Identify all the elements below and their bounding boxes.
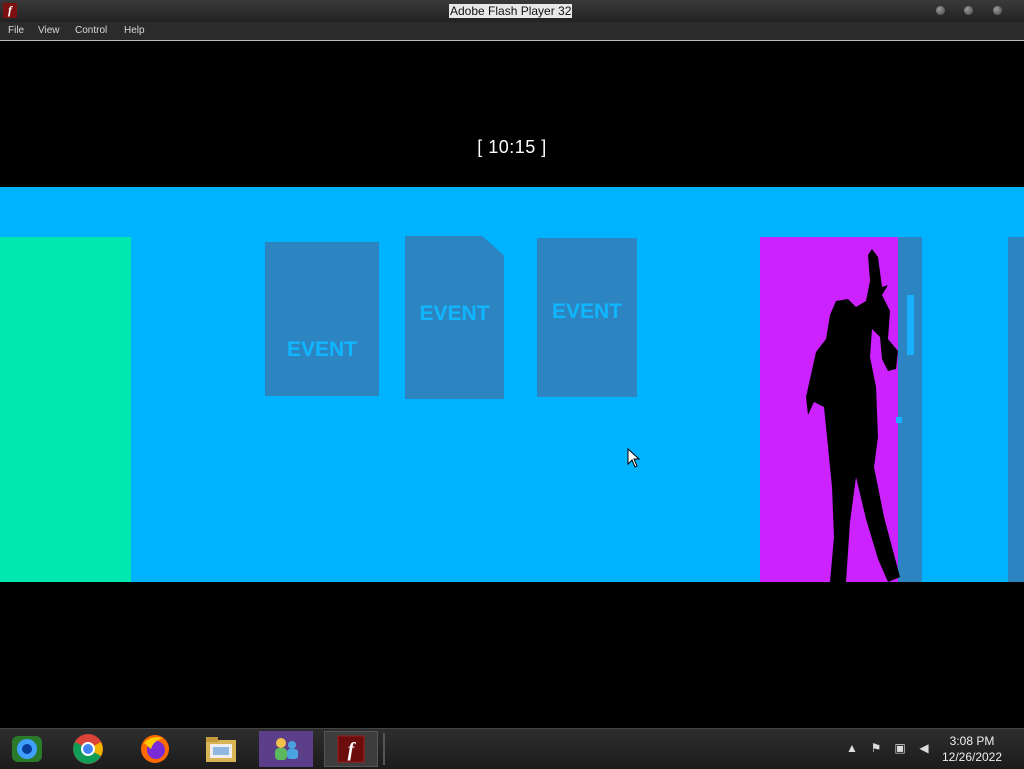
taskbar-messenger[interactable] bbox=[259, 731, 313, 767]
file-explorer-icon bbox=[206, 737, 236, 762]
taskbar: f ▲ ⚑ ▣ ◀ 3:08 PM 12/26/2022 bbox=[0, 728, 1024, 769]
messenger-icon bbox=[275, 738, 298, 760]
window-titlebar[interactable]: f Adobe Flash Player 32 bbox=[0, 0, 1024, 22]
system-clock[interactable]: 3:08 PM 12/26/2022 bbox=[932, 733, 1012, 765]
taskbar-media-player[interactable] bbox=[0, 731, 54, 767]
door-edge-right bbox=[1008, 237, 1024, 582]
green-door[interactable] bbox=[0, 237, 131, 582]
flash-player-icon: f bbox=[337, 735, 365, 763]
maximize-button[interactable] bbox=[964, 6, 973, 15]
event-poster-label: EVENT bbox=[419, 302, 490, 325]
game-scene[interactable]: EVENT EVENT EVENT bbox=[0, 187, 1024, 582]
taskbar-file-explorer[interactable] bbox=[194, 731, 248, 767]
game-timer: [ 10:15 ] bbox=[477, 137, 547, 157]
event-poster-1[interactable]: EVENT bbox=[265, 242, 379, 396]
event-poster-label: EVENT bbox=[286, 338, 357, 361]
menu-help[interactable]: Help bbox=[124, 24, 145, 38]
chrome-icon bbox=[73, 734, 103, 764]
window-title: Adobe Flash Player 32 bbox=[449, 4, 573, 18]
close-button[interactable] bbox=[993, 6, 1002, 15]
event-poster-2[interactable]: EVENT bbox=[405, 236, 504, 399]
media-player-icon bbox=[12, 736, 42, 762]
network-icon[interactable]: ▣ bbox=[893, 741, 907, 755]
event-poster-3[interactable]: EVENT bbox=[537, 238, 637, 397]
clock-date: 12/26/2022 bbox=[941, 750, 1003, 764]
firefox-icon bbox=[141, 735, 169, 763]
taskbar-firefox[interactable] bbox=[128, 731, 182, 767]
volume-icon[interactable]: ◀ bbox=[917, 741, 931, 755]
menu-view[interactable]: View bbox=[38, 24, 60, 38]
show-hidden-icons-icon[interactable]: ▲ bbox=[845, 741, 859, 755]
action-center-flag-icon[interactable]: ⚑ bbox=[869, 741, 883, 755]
flash-icon: f bbox=[3, 3, 17, 18]
minimize-button[interactable] bbox=[936, 6, 945, 15]
taskbar-separator bbox=[383, 733, 385, 765]
menu-bar: File View Control Help bbox=[0, 22, 1024, 41]
taskbar-flash-player[interactable]: f bbox=[324, 731, 378, 767]
character-silhouette bbox=[806, 249, 900, 582]
menu-file[interactable]: File bbox=[8, 24, 24, 38]
mouse-cursor-icon bbox=[627, 448, 641, 468]
clock-time: 3:08 PM bbox=[949, 734, 995, 748]
menu-control[interactable]: Control bbox=[75, 24, 107, 38]
taskbar-chrome[interactable] bbox=[61, 731, 115, 767]
event-poster-label: EVENT bbox=[551, 300, 622, 323]
